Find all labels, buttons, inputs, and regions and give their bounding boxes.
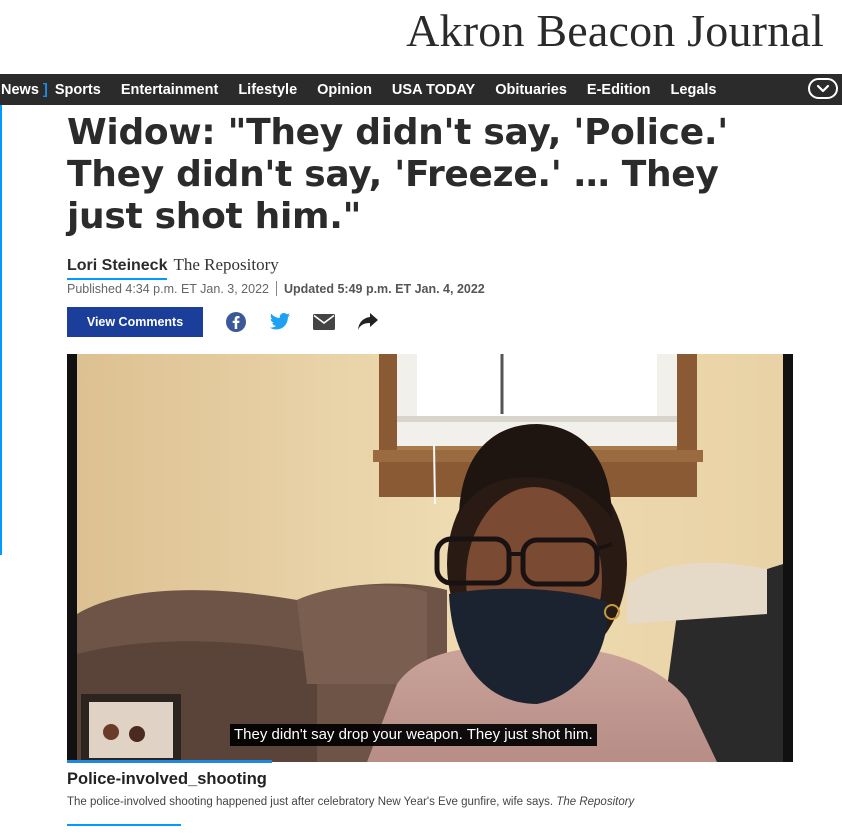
video-credit: The Repository xyxy=(556,796,635,808)
nav-item-sports[interactable]: Sports xyxy=(55,82,101,98)
chevron-down-icon xyxy=(816,84,830,93)
site-logo[interactable]: Akron Beacon Journal xyxy=(406,4,824,57)
left-accent-bar xyxy=(0,105,2,555)
published-date: Published 4:34 p.m. ET Jan. 3, 2022 xyxy=(67,281,269,296)
facebook-icon[interactable] xyxy=(223,309,249,335)
active-section-marker: ] xyxy=(42,81,48,98)
nav-item-usa-today[interactable]: USA TODAY xyxy=(392,82,475,98)
video-still-image xyxy=(67,354,793,762)
video-title[interactable]: Police-involved_shooting xyxy=(67,770,267,789)
article-actions: View Comments xyxy=(67,307,381,337)
author-link[interactable]: Lori Steineck xyxy=(67,257,168,280)
nav-item-legals[interactable]: Legals xyxy=(671,82,717,98)
date-divider xyxy=(275,281,277,296)
byline: Lori Steineck The Repository xyxy=(67,255,279,280)
article-dates: Published 4:34 p.m. ET Jan. 3, 2022 Upda… xyxy=(67,281,485,296)
nav-item-e-edition[interactable]: E-Edition xyxy=(587,82,651,98)
video-progress-bar[interactable] xyxy=(67,760,272,763)
updated-date: Updated 5:49 p.m. ET Jan. 4, 2022 xyxy=(283,281,485,296)
article-headline: Widow: "They didn't say, 'Police.' They … xyxy=(67,112,728,237)
share-icon[interactable] xyxy=(355,309,381,335)
masthead: Akron Beacon Journal xyxy=(0,0,842,72)
bottom-accent-rule xyxy=(67,824,181,826)
nav-item-lifestyle[interactable]: Lifestyle xyxy=(238,82,297,98)
video-description-text: The police-involved shooting happened ju… xyxy=(67,796,554,808)
nav-item-news[interactable]: News xyxy=(1,82,39,98)
nav-more-button[interactable] xyxy=(808,78,838,99)
nav-item-obituaries[interactable]: Obituaries xyxy=(495,82,567,98)
twitter-icon[interactable] xyxy=(267,309,293,335)
video-subtitle: They didn't say drop your weapon. They j… xyxy=(230,724,597,746)
author-source: The Repository xyxy=(173,255,279,274)
nav-item-entertainment[interactable]: Entertainment xyxy=(121,82,219,98)
video-player[interactable]: They didn't say drop your weapon. They j… xyxy=(67,354,793,762)
view-comments-button[interactable]: View Comments xyxy=(67,307,203,337)
video-description: The police-involved shooting happened ju… xyxy=(67,796,634,808)
email-icon[interactable] xyxy=(311,309,337,335)
nav-item-opinion[interactable]: Opinion xyxy=(317,82,372,98)
main-nav: News ] Sports Entertainment Lifestyle Op… xyxy=(0,74,842,105)
